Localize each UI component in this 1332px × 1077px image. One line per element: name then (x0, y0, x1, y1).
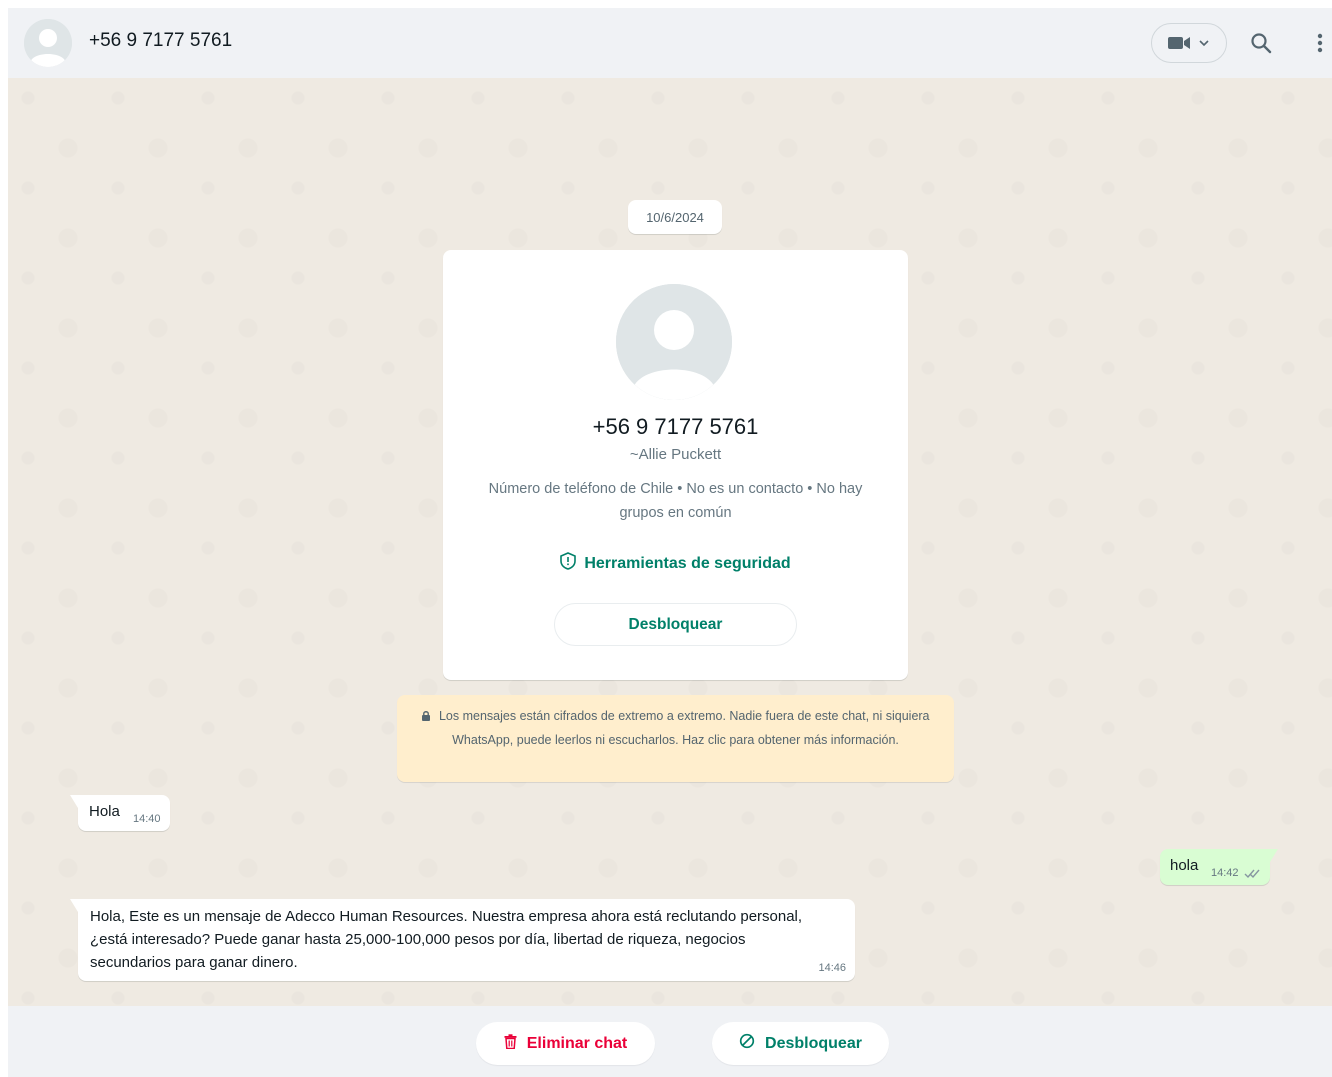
chat-area[interactable]: 10/6/2024 +56 9 7177 5761 ~Allie Puckett… (8, 78, 1332, 1006)
encryption-notice-text: Los mensajes están cifrados de extremo a… (438, 709, 930, 747)
message-text: hola (1170, 857, 1199, 874)
whatsapp-window: +56 9 7177 5761 10/6/2024 +56 9 7177 576… (8, 8, 1332, 1077)
search-icon[interactable] (1248, 30, 1274, 56)
message-text: Hola, Este es un mensaje de Adecco Human… (90, 908, 803, 971)
default-avatar-icon (616, 284, 732, 400)
message-bubble-incoming[interactable]: Hola 14:40 (70, 795, 170, 831)
date-chip: 10/6/2024 (628, 200, 722, 234)
contact-info-card: +56 9 7177 5761 ~Allie Puckett Número de… (443, 250, 908, 680)
chevron-down-icon (1198, 37, 1210, 49)
block-icon (739, 1033, 755, 1054)
message-bubble-outgoing[interactable]: hola 14:42 (1160, 849, 1278, 885)
trash-icon (504, 1033, 517, 1054)
contact-details: Número de teléfono de Chile • No es un c… (488, 481, 863, 521)
message-text: Hola (89, 803, 120, 820)
double-check-icon (1244, 866, 1262, 884)
contact-phone: +56 9 7177 5761 (592, 414, 759, 439)
video-call-button[interactable] (1151, 23, 1227, 63)
chat-header: +56 9 7177 5761 (8, 8, 1332, 78)
unblock-button[interactable]: Desbloquear (712, 1022, 889, 1065)
encryption-notice[interactable]: Los mensajes están cifrados de extremo a… (397, 695, 954, 782)
delete-chat-label: Eliminar chat (526, 1034, 628, 1052)
security-tools-link[interactable]: Herramientas de seguridad (443, 552, 908, 575)
unblock-label: Desbloquear (765, 1034, 862, 1052)
message-time: 14:42 (1211, 867, 1239, 879)
blocked-chat-footer: Eliminar chat Desbloquear (8, 1006, 1332, 1077)
contact-push-name: ~Allie Puckett (629, 446, 722, 463)
lock-icon (421, 709, 438, 723)
card-unblock-button[interactable]: Desbloquear (554, 603, 797, 646)
default-avatar-icon[interactable] (24, 19, 72, 67)
message-time: 14:40 (133, 813, 161, 825)
more-options-icon[interactable] (1307, 30, 1332, 56)
security-tools-label: Herramientas de seguridad (584, 554, 791, 572)
message-time: 14:46 (818, 962, 846, 974)
shield-icon (560, 552, 577, 575)
delete-chat-button[interactable]: Eliminar chat (476, 1022, 655, 1065)
chat-title[interactable]: +56 9 7177 5761 (89, 30, 232, 52)
video-call-icon (1168, 35, 1192, 51)
message-bubble-incoming[interactable]: Hola, Este es un mensaje de Adecco Human… (70, 899, 855, 981)
